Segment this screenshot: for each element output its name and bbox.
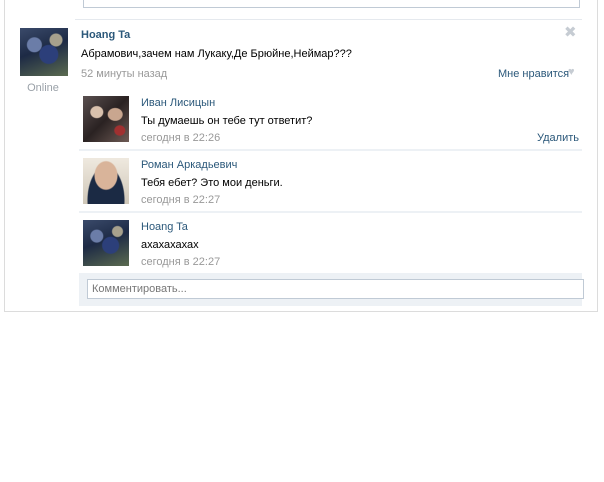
reply-author-link[interactable]: Иван Лисицын — [141, 97, 215, 109]
like-button[interactable]: Мне нравится — [498, 68, 569, 80]
reply-avatar[interactable] — [83, 96, 129, 142]
online-status: Online — [27, 82, 59, 94]
author-avatar[interactable] — [20, 28, 68, 76]
previous-comment-box[interactable] — [83, 0, 580, 8]
reply-author-link[interactable]: Роман Аркадьевич — [141, 159, 237, 171]
reply-item: Hoang Ta ахахахахах сегодня в 22:27 — [79, 213, 582, 273]
reply-timestamp[interactable]: сегодня в 22:26 — [141, 132, 220, 144]
reply-item: Роман Аркадьевич Тебя ебет? Это мои день… — [79, 151, 582, 211]
reply-text: Ты думаешь он тебе тут ответит? — [141, 115, 313, 127]
comment-input[interactable] — [87, 279, 584, 299]
delete-reply-button[interactable]: Удалить — [537, 132, 579, 144]
reply-text: Тебя ебет? Это мои деньги. — [141, 177, 283, 189]
post-timestamp[interactable]: 52 минуты назад — [81, 68, 167, 80]
reply-avatar[interactable] — [83, 220, 129, 266]
reply-timestamp[interactable]: сегодня в 22:27 — [141, 256, 220, 268]
reply-item: Иван Лисицын Ты думаешь он тебе тут отве… — [79, 89, 582, 149]
reply-avatar[interactable] — [83, 158, 129, 204]
reply-timestamp[interactable]: сегодня в 22:27 — [141, 194, 220, 206]
post-text: Абрамович,зачем нам Лукаку,Де Брюйне,Ней… — [81, 48, 352, 60]
post-author-link[interactable]: Hoang Ta — [81, 29, 130, 41]
reply-author-link[interactable]: Hoang Ta — [141, 221, 188, 233]
close-icon[interactable]: ✖ — [564, 25, 577, 40]
reply-text: ахахахахах — [141, 239, 199, 251]
post-separator — [75, 19, 582, 20]
replies-section: Иван Лисицын Ты думаешь он тебе тут отве… — [79, 89, 582, 306]
heart-icon[interactable]: ♥ — [568, 67, 579, 78]
